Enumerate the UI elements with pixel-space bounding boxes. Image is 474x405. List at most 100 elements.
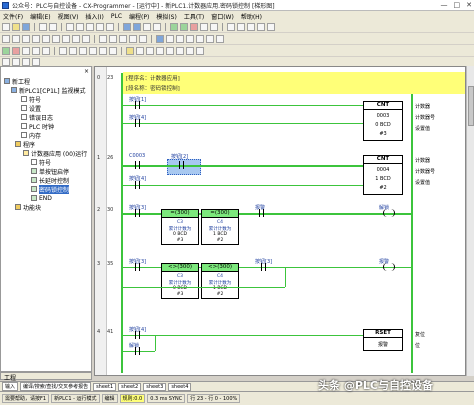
zoom-out-icon[interactable] [153, 22, 161, 31]
rung-4-contact-1[interactable] [135, 331, 140, 339]
copy-icon[interactable] [76, 22, 84, 31]
new-or-contact-icon[interactable] [32, 34, 40, 43]
rung-2-compare-1[interactable]: =(300) C3 累计计数为 0 BCD #3 [161, 209, 199, 245]
new-horizontal-icon[interactable] [52, 34, 60, 43]
rung-3-output-coil[interactable] [383, 263, 395, 271]
scroll-thumb[interactable] [468, 86, 474, 126]
new-icon[interactable] [2, 22, 10, 31]
tab-sheet3[interactable]: sheet3 [143, 382, 167, 391]
memory-icon[interactable] [186, 46, 194, 55]
monitor-icon[interactable] [180, 22, 188, 31]
tree-item-project[interactable]: 新工程 [4, 77, 30, 86]
rung-3-contact-2[interactable] [261, 263, 266, 271]
minimize-button[interactable]: — [441, 1, 448, 9]
differential-monitor-icon[interactable] [59, 46, 67, 55]
mnemonic-view-icon[interactable] [166, 34, 174, 43]
breakpoint-icon[interactable] [166, 46, 174, 55]
run-mode-icon[interactable] [210, 22, 218, 31]
menu-program[interactable]: 编程(P) [129, 12, 149, 21]
tab-sheet1[interactable]: sheet1 [93, 382, 117, 391]
ladder-editor[interactable]: 23 0 26 1 30 2 35 3 41 4 [程序名：计数器应用] [段名… [94, 66, 466, 376]
force-off-icon[interactable] [12, 46, 20, 55]
new-closed-coil-icon[interactable] [72, 34, 80, 43]
select-mode-icon[interactable] [2, 34, 10, 43]
replace-icon[interactable] [133, 22, 141, 31]
rung-2-contact[interactable] [135, 209, 140, 217]
print-icon[interactable] [39, 22, 47, 31]
cascade-icon[interactable] [12, 57, 20, 66]
set-icon[interactable] [32, 46, 40, 55]
close-icon[interactable]: × [84, 68, 89, 75]
menu-view[interactable]: 视图(V) [58, 12, 79, 21]
compare-icon[interactable] [247, 22, 255, 31]
new-vertical-icon[interactable] [42, 34, 50, 43]
plc-info-icon[interactable] [196, 46, 204, 55]
tree-item-section-1[interactable]: 单按钮启停 [31, 167, 69, 176]
rung-1-contact-1[interactable] [135, 161, 140, 169]
save-icon[interactable] [22, 22, 30, 31]
menu-insert[interactable]: 插入(I) [85, 12, 103, 21]
rung-1-contact-3[interactable] [135, 181, 140, 189]
show-comments-icon[interactable] [129, 34, 137, 43]
tab-sheet4[interactable]: sheet4 [168, 382, 192, 391]
output-window-icon[interactable] [186, 34, 194, 43]
rung-0-cnt-block[interactable]: CNT 0003 0 BCD #3 [363, 101, 403, 141]
time-chart-icon[interactable] [79, 46, 87, 55]
watch-window-icon[interactable] [176, 34, 184, 43]
rung-4-rset-block[interactable]: RSET 报警 [363, 329, 403, 351]
tab-compile-report[interactable]: 编译/搜索/查找/交叉参考报告 [20, 382, 92, 391]
tree-item-plc[interactable]: 新PLC1[CP1L] 监视模式 [11, 86, 86, 95]
rung-3-compare-1[interactable]: <>(300) C3 累计计数为 0 BCD #3 [161, 263, 199, 299]
arrange-icon[interactable] [32, 57, 40, 66]
reset-icon[interactable] [42, 46, 50, 55]
menu-file[interactable]: 文件(F) [3, 12, 23, 21]
menu-help[interactable]: 帮助(H) [241, 12, 262, 21]
new-instruction-icon[interactable] [82, 34, 90, 43]
find-icon[interactable] [123, 22, 131, 31]
tree-item-plc-clock[interactable]: PLC 时钟 [21, 122, 54, 131]
print-preview-icon[interactable] [49, 22, 57, 31]
rung-0-contact-1[interactable] [135, 101, 140, 109]
tab-sheet2[interactable]: sheet2 [118, 382, 142, 391]
tree-item-function-blocks[interactable]: 功能块 [15, 203, 41, 212]
rung-2-compare-2[interactable]: =(300) C4 累计计数为 1 BCD #2 [201, 209, 239, 245]
cancel-online-edit-icon[interactable] [99, 46, 107, 55]
undo-icon[interactable] [96, 22, 104, 31]
tree-item-programs[interactable]: 程序 [15, 140, 35, 149]
rung-0-contact-2[interactable] [135, 119, 140, 127]
tile-icon[interactable] [22, 57, 30, 66]
send-online-edit-icon[interactable] [109, 46, 117, 55]
compile-icon[interactable] [257, 22, 265, 31]
transfer-to-plc-icon[interactable] [227, 22, 235, 31]
rung-4-contact-2[interactable] [135, 347, 140, 355]
data-trace-icon[interactable] [69, 46, 77, 55]
step-run-icon[interactable] [136, 46, 144, 55]
tab-input[interactable]: 输入 [2, 382, 19, 391]
cut-icon[interactable] [66, 22, 74, 31]
rung-3-contact[interactable] [135, 263, 140, 271]
symbol-table-icon[interactable] [139, 34, 147, 43]
vertical-scrollbar[interactable] [466, 66, 474, 376]
step-out-icon[interactable] [156, 46, 164, 55]
force-on-icon[interactable] [2, 46, 10, 55]
menu-simulate[interactable]: 模拟(S) [156, 12, 177, 21]
rising-edge-icon[interactable] [99, 34, 107, 43]
online-edit-icon[interactable] [89, 46, 97, 55]
maximize-button[interactable]: □ [454, 1, 461, 9]
rung-2-interlock-contact[interactable] [259, 209, 264, 217]
tree-item-section-3[interactable]: 密码锁控制 [31, 184, 70, 194]
io-table-icon[interactable] [176, 46, 184, 55]
menu-edit[interactable]: 编辑(E) [30, 12, 50, 21]
program-mode-icon[interactable] [200, 22, 208, 31]
tree-item-task-symbols[interactable]: 符号 [31, 158, 51, 167]
menu-plc[interactable]: PLC [111, 13, 122, 20]
force-cancel-icon[interactable] [22, 46, 30, 55]
rung-1-contact-2[interactable] [179, 161, 184, 169]
address-reference-icon[interactable] [216, 34, 224, 43]
menu-tools[interactable]: 工具(T) [184, 12, 204, 21]
stop-icon[interactable] [190, 22, 198, 31]
tree-item-settings[interactable]: 设置 [21, 104, 41, 113]
rung-2-output-coil[interactable] [383, 209, 395, 217]
new-contact-icon[interactable] [12, 34, 20, 43]
help-icon[interactable] [267, 22, 275, 31]
